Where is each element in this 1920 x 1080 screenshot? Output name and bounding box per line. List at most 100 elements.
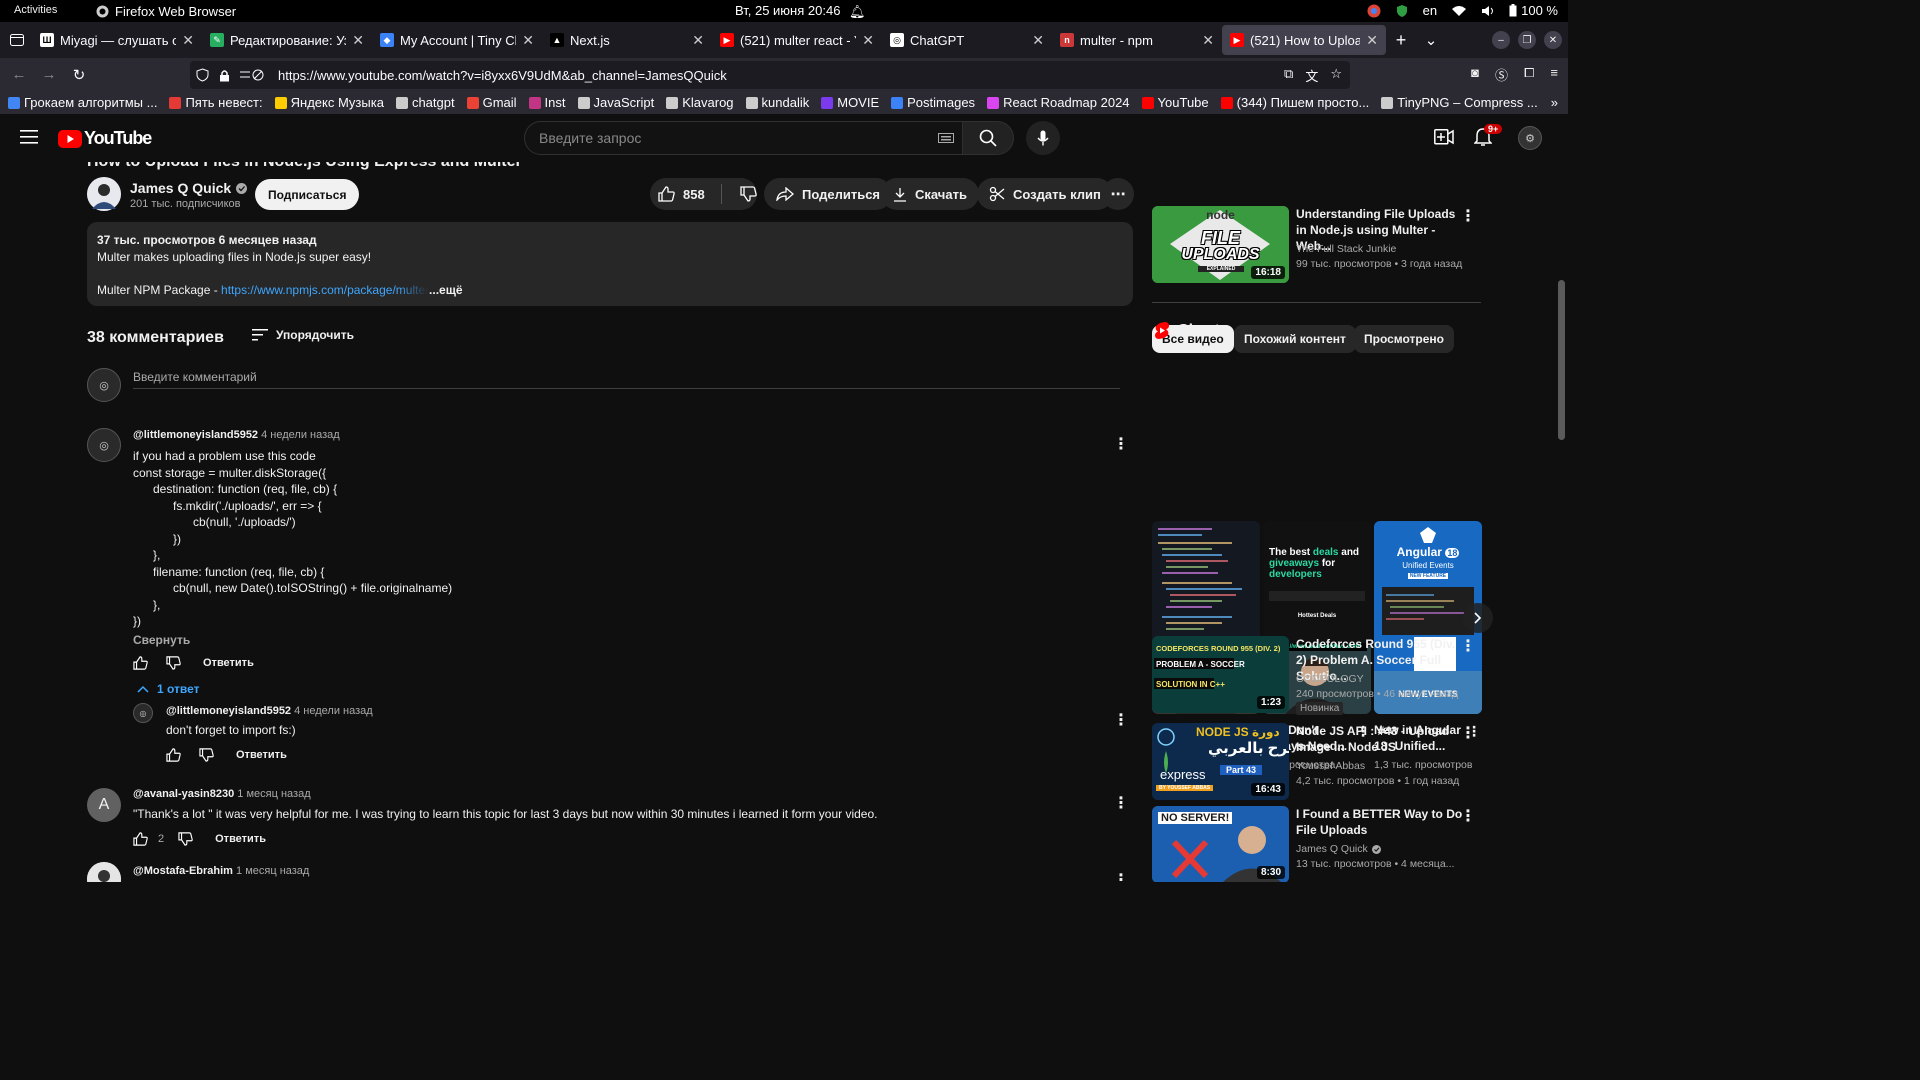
shield-tray-icon[interactable] [1395, 4, 1409, 18]
tab-5[interactable]: ◎ ChatGPT ✕ [882, 25, 1052, 55]
chrome-tray-icon[interactable] [1367, 4, 1381, 18]
sort-comments-button[interactable]: Упорядочить [252, 328, 354, 342]
tab-close-icon[interactable]: ✕ [352, 32, 364, 49]
comment-author[interactable]: @littlemoneyisland5952 4 недели назад [133, 429, 452, 441]
search-button[interactable] [962, 121, 1014, 155]
video-menu-icon[interactable]: ⋮ [1460, 206, 1476, 226]
clock[interactable]: Вт, 25 июня 20:46 [735, 3, 840, 18]
comment-input[interactable]: Введите комментарий [133, 370, 1120, 389]
search-input[interactable]: Введите запрос [524, 121, 963, 155]
tab-1[interactable]: ✎ Редактирование: Узб ✕ [202, 25, 372, 55]
app-menu[interactable]: Firefox Web Browser [96, 4, 236, 19]
video-title[interactable]: I Found a BETTER Way to Do File Uploads [1296, 806, 1464, 838]
video-channel[interactable]: James Q Quick [1296, 843, 1381, 855]
comment-menu-icon[interactable]: ⋮ [1113, 434, 1129, 454]
subscribe-button[interactable]: Подписаться [255, 179, 360, 210]
bookmark-item[interactable]: JavaScript [577, 95, 654, 110]
video-thumbnail[interactable]: node FILE UPLOADS EXPLAINED 16:18 [1152, 206, 1289, 283]
account-avatar[interactable]: ⚙ [1518, 126, 1542, 150]
commenter-avatar[interactable]: A [87, 788, 121, 822]
tab-close-icon[interactable]: ✕ [1032, 32, 1044, 49]
voice-search-button[interactable] [1026, 121, 1060, 155]
bookmark-item[interactable]: TinyPNG – Compress ... [1381, 95, 1538, 110]
tab-close-icon[interactable]: ✕ [862, 32, 874, 49]
reply-like-button[interactable] [166, 747, 181, 762]
clip-button[interactable]: Создать клип [977, 178, 1113, 210]
reply-author[interactable]: @littlemoneyisland5952 4 недели назад [166, 705, 373, 717]
reload-button[interactable]: ↻ [64, 61, 94, 89]
video-menu-icon[interactable]: ⋮ [1460, 636, 1476, 656]
dislike-button[interactable] [730, 186, 757, 202]
shorts-next-button[interactable] [1463, 603, 1493, 633]
forward-button[interactable]: → [34, 61, 64, 89]
download-button[interactable]: Скачать [881, 178, 979, 210]
channel-avatar[interactable] [87, 177, 121, 211]
tab-0[interactable]: Ш Miyagi — слушать он.л ✕ [32, 25, 202, 55]
comment-like-button[interactable] [133, 831, 148, 846]
page-scrollbar[interactable] [1555, 162, 1568, 882]
tab-4[interactable]: ▶ (521) multer react - Yo ✕ [712, 25, 882, 55]
translate-icon[interactable]: 文 [1305, 66, 1318, 85]
minimize-button[interactable]: – [1492, 31, 1510, 49]
bookmark-item[interactable]: Gmail [466, 95, 517, 110]
comment-menu-icon[interactable]: ⋮ [1113, 793, 1129, 813]
restore-button[interactable]: ❐ [1518, 31, 1536, 49]
like-button[interactable]: 858 [650, 186, 713, 202]
bookmark-item[interactable]: MOVIE [821, 95, 879, 110]
replies-toggle[interactable]: 1 ответ [137, 682, 452, 696]
show-more-link[interactable]: ...ещё [429, 283, 462, 297]
extensions-icon[interactable]: ⧠ [1524, 65, 1534, 84]
commenter-avatar[interactable] [87, 862, 121, 882]
reply-dislike-button[interactable] [199, 747, 214, 762]
commenter-avatar[interactable]: ◎ [87, 428, 121, 462]
tab-close-icon[interactable]: ✕ [1366, 32, 1378, 49]
tab-close-icon[interactable]: ✕ [182, 32, 194, 49]
bookmark-item[interactable]: Пять невест: [169, 95, 263, 110]
video-channel[interactable]: Youssef Abbas [1296, 760, 1365, 772]
lock-icon[interactable] [219, 69, 230, 82]
video-channel[interactable]: CODEOLOGY [1296, 673, 1364, 685]
tab-2[interactable]: ◆ My Account | Tiny Clou ✕ [372, 25, 542, 55]
bookmark-item[interactable]: chatgpt [395, 95, 455, 110]
youtube-logo[interactable]: YouTube [58, 128, 152, 149]
scrollbar-thumb[interactable] [1558, 280, 1565, 440]
video-menu-icon[interactable]: ⋮ [1460, 723, 1476, 743]
comment-dislike-button[interactable] [178, 831, 193, 846]
video-title[interactable]: Node JS API : #43 - Upload Image in Node… [1296, 723, 1464, 755]
hamburger-menu-icon[interactable] [20, 130, 38, 144]
tab-6[interactable]: n multer - npm ✕ [1052, 25, 1222, 55]
tab-7[interactable]: ▶ (521) How to Upload F ✕ [1222, 25, 1386, 55]
filter-chip[interactable]: Похожий контент [1234, 325, 1356, 353]
bookmark-item[interactable]: Яндекс Музыка [274, 95, 384, 110]
url-bar[interactable]: https://www.youtube.com/watch?v=i8yxx6V9… [190, 61, 1350, 89]
bookmark-star-icon[interactable]: ☆ [1330, 66, 1342, 85]
battery-indicator[interactable]: 100 % [1509, 3, 1558, 18]
video-thumbnail[interactable]: NODE JS دورة شرح بالعربي express Part 43… [1152, 723, 1289, 800]
notifications-button[interactable]: 9+ [1474, 124, 1503, 147]
bookmark-item[interactable]: Грокаем алгоритмы ... [8, 95, 157, 110]
bookmark-item[interactable]: Postimages [891, 95, 975, 110]
bookmark-item[interactable]: React Roadmap 2024 [987, 95, 1130, 110]
bookmark-item[interactable]: Klavarog [666, 95, 734, 110]
list-all-tabs-icon[interactable]: ⌄ [1416, 26, 1446, 54]
video-thumbnail[interactable]: CODEFORCES ROUND 955 (DIV. 2) PROBLEM A … [1152, 636, 1289, 713]
video-channel[interactable]: The Full Stack Junkie [1296, 243, 1396, 255]
collapse-link[interactable]: Свернуть [133, 633, 452, 647]
reply-avatar[interactable]: ◎ [133, 703, 153, 723]
comment-like-button[interactable] [133, 655, 148, 670]
back-button[interactable]: ← [4, 61, 34, 89]
video-menu-icon[interactable]: ⋮ [1460, 806, 1476, 826]
npm-link[interactable]: https://www.npmjs.com/package/multer [221, 282, 429, 299]
share-button[interactable]: Поделиться [764, 178, 893, 210]
bookmark-item[interactable]: YouTube [1141, 95, 1209, 110]
bookmark-item[interactable]: (344) Пишем просто... [1220, 95, 1369, 110]
more-bookmarks-icon[interactable]: » [1551, 95, 1558, 110]
bookmark-item[interactable]: Inst [528, 95, 566, 110]
reply-reply-button[interactable]: Ответить [236, 749, 287, 761]
bookmark-item[interactable]: kundalik [745, 95, 809, 110]
tab-close-icon[interactable]: ✕ [692, 32, 704, 49]
picture-in-picture-icon[interactable]: ⧉ [1284, 66, 1293, 85]
tab-3[interactable]: ▲ Next.js ✕ [542, 25, 712, 55]
keyboard-layout[interactable]: en [1423, 3, 1437, 18]
pocket-icon[interactable]: ◙ [1471, 65, 1479, 84]
